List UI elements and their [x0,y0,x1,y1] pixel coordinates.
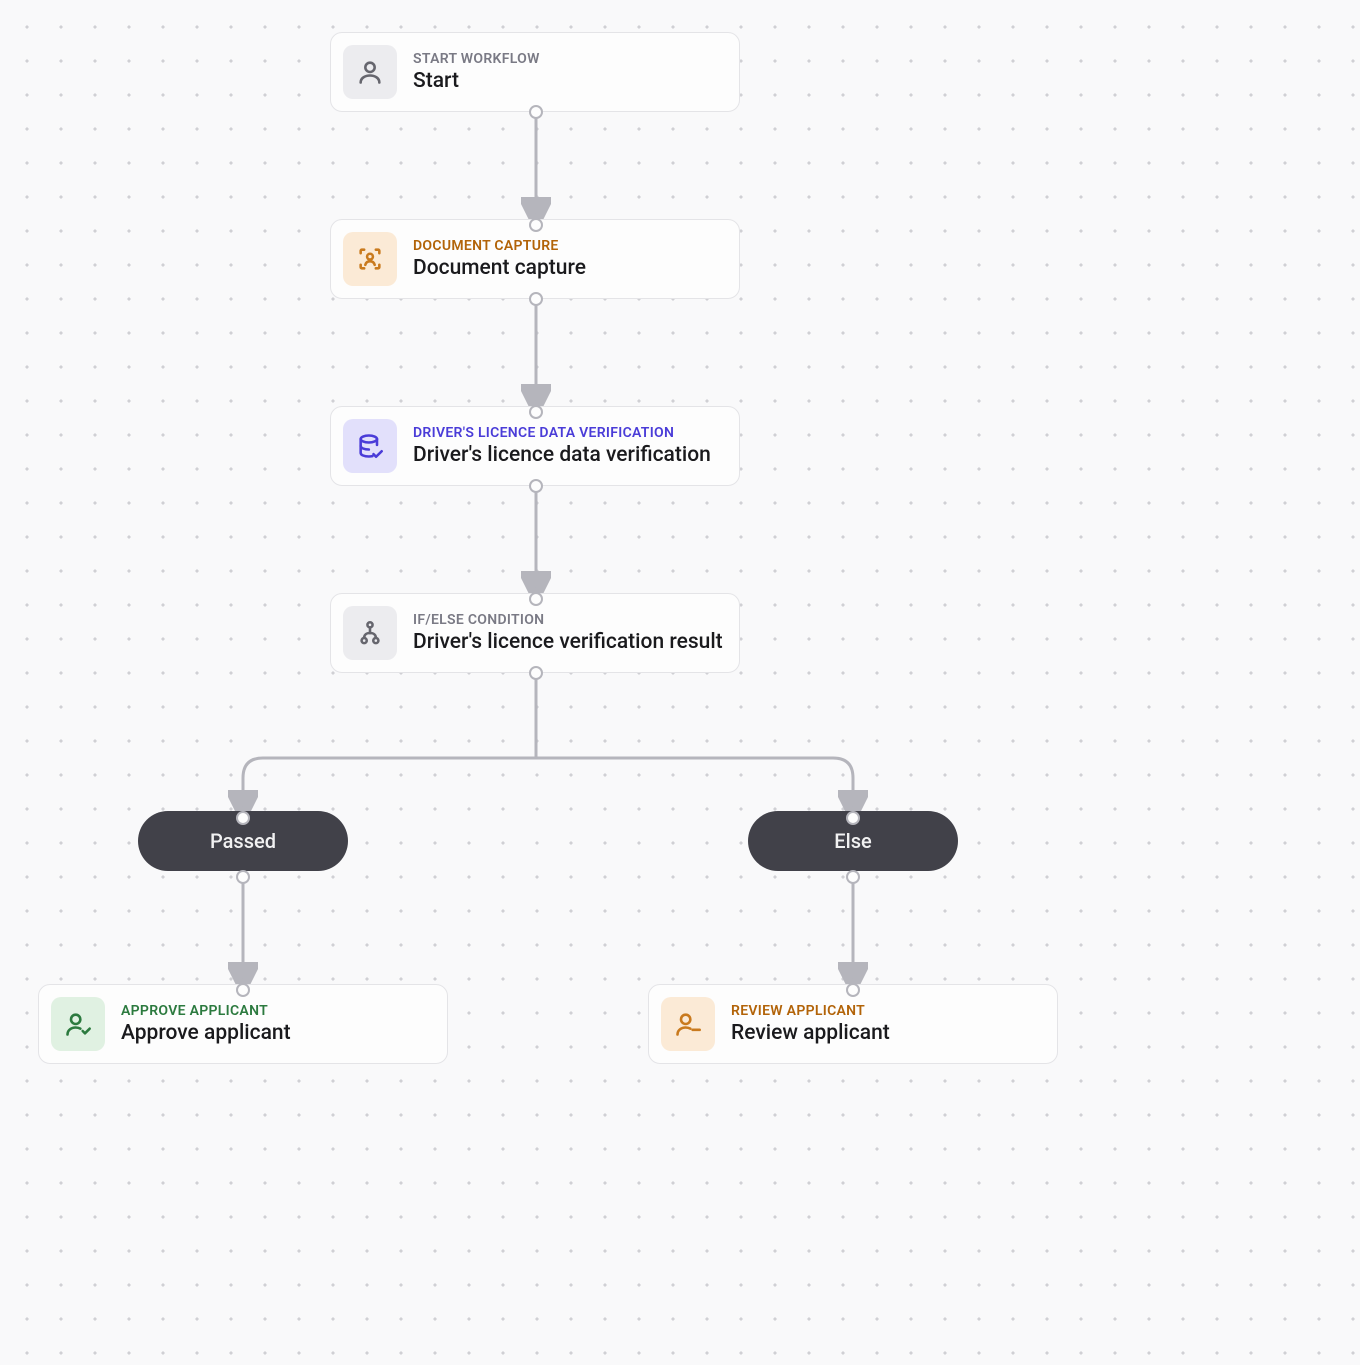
port [846,983,860,997]
port [529,592,543,606]
node-title: Driver's licence data verification [413,443,711,467]
node-subtitle: DRIVER'S LICENCE DATA VERIFICATION [413,425,711,441]
port [846,811,860,825]
port [529,405,543,419]
branch-icon [343,606,397,660]
port [236,870,250,884]
node-subtitle: REVIEW APPLICANT [731,1003,890,1019]
node-title: Driver's licence verification result [413,630,723,654]
node-title: Document capture [413,256,586,280]
branch-label: Else [834,829,871,853]
port [529,292,543,306]
branch-label: Passed [210,829,276,853]
user-icon [343,45,397,99]
port [529,479,543,493]
user-check-icon [51,997,105,1051]
port [236,983,250,997]
node-subtitle: APPROVE APPLICANT [121,1003,291,1019]
database-check-icon [343,419,397,473]
port [529,218,543,232]
node-title: Start [413,69,540,93]
port [236,811,250,825]
node-subtitle: DOCUMENT CAPTURE [413,238,586,254]
node-subtitle: IF/ELSE CONDITION [413,612,723,628]
port [846,870,860,884]
port [529,105,543,119]
capture-icon [343,232,397,286]
user-minus-icon [661,997,715,1051]
node-title: Approve applicant [121,1021,291,1045]
node-title: Review applicant [731,1021,890,1045]
node-subtitle: START WORKFLOW [413,51,540,67]
node-start[interactable]: START WORKFLOW Start [330,32,740,112]
port [529,666,543,680]
